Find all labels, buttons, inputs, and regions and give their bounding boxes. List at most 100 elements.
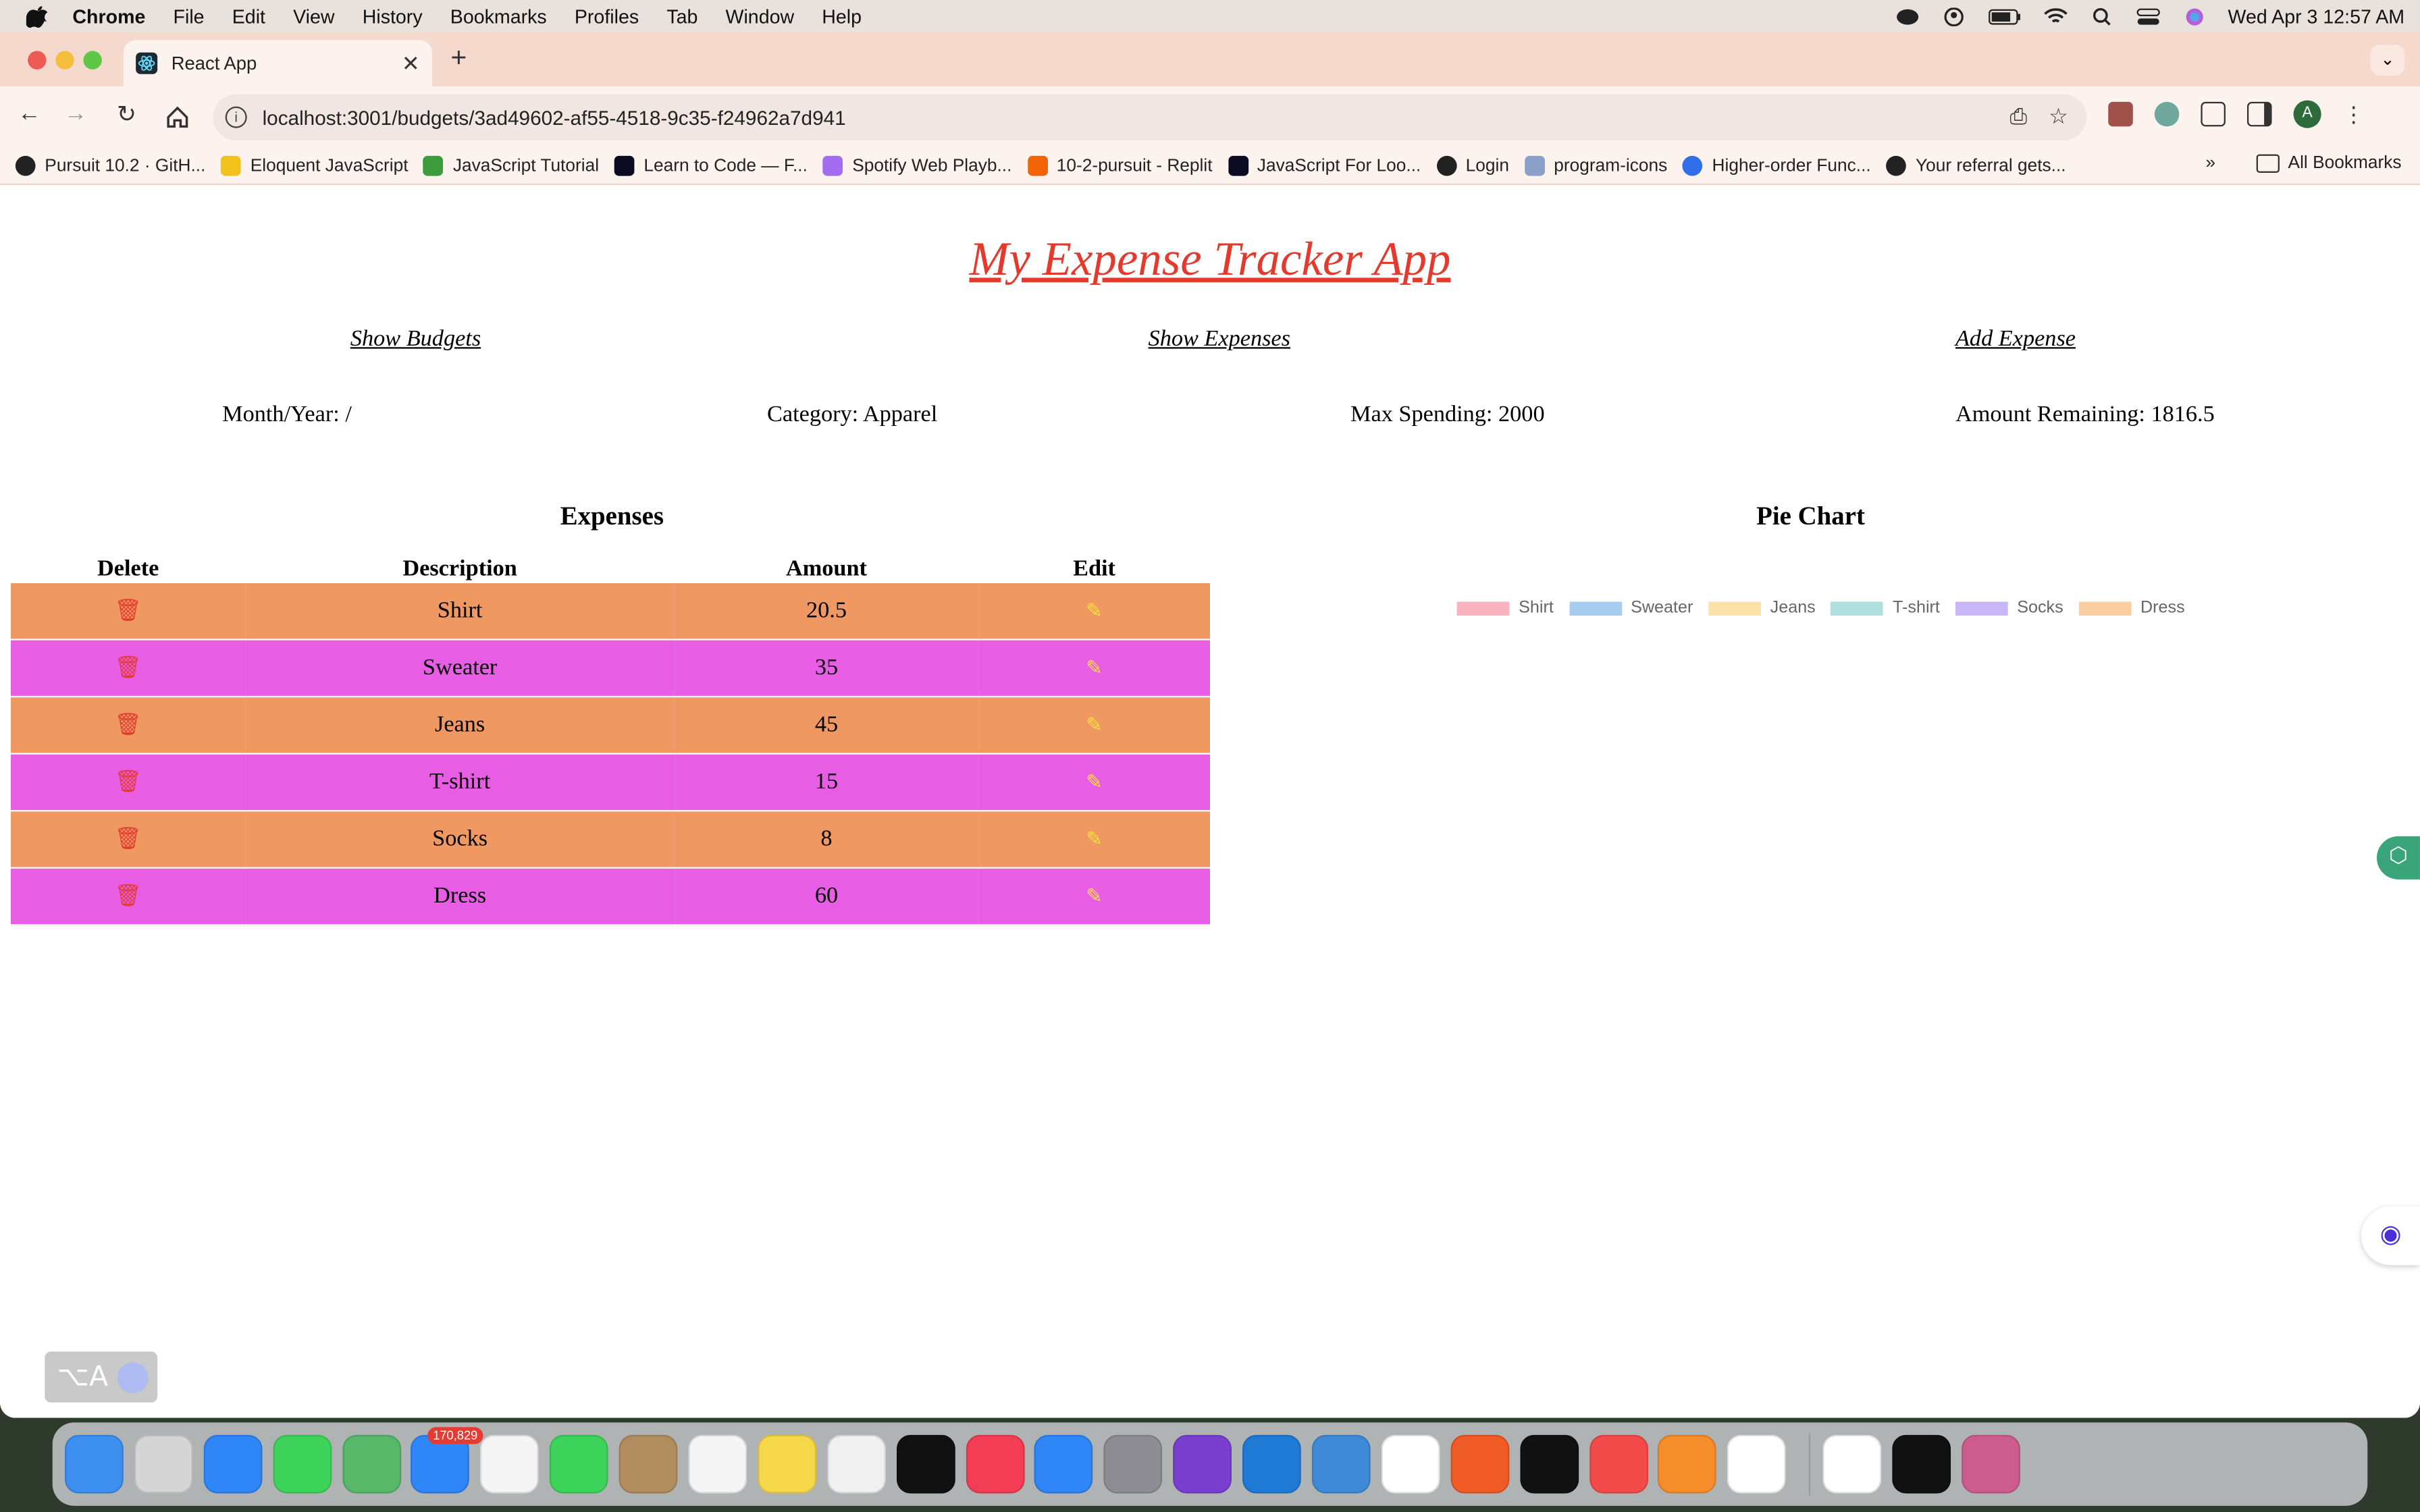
dock-app-store-icon[interactable]	[1034, 1434, 1094, 1494]
user-icon[interactable]	[1941, 7, 1966, 26]
bookmark-item[interactable]: Spotify Web Playb...	[822, 155, 1011, 176]
all-bookmarks-link[interactable]: All Bookmarks	[2288, 155, 2402, 173]
bookmark-item[interactable]: Login	[1436, 155, 1509, 176]
dock-installer-icon[interactable]	[1962, 1434, 2021, 1494]
menu-clock[interactable]: Wed Apr 3 12:57 AM	[2228, 5, 2405, 27]
menu-help[interactable]: Help	[822, 5, 862, 27]
tab-react-app[interactable]: React App ✕	[123, 40, 432, 86]
bookmark-item[interactable]: JavaScript Tutorial	[423, 155, 599, 176]
legend-item[interactable]: Dress	[2078, 599, 2185, 617]
legend-item[interactable]: Jeans	[1708, 599, 1816, 617]
menu-chrome[interactable]: Chrome	[72, 5, 145, 27]
trash-icon[interactable]: 🗑	[114, 885, 142, 908]
dock-mail-icon[interactable]: 170,829	[411, 1427, 484, 1494]
bookmark-item[interactable]: Learn to Code — F...	[614, 155, 808, 176]
pencil-icon[interactable]: ✎	[1086, 769, 1103, 792]
dock-slack-icon[interactable]	[1727, 1434, 1787, 1494]
trash-icon[interactable]: 🗑	[114, 657, 142, 680]
more-menu-icon[interactable]: ⋮	[2343, 101, 2365, 128]
dock-freeform-icon[interactable]	[826, 1434, 886, 1494]
pencil-icon[interactable]: ✎	[1086, 884, 1103, 907]
new-tab-button[interactable]: +	[450, 42, 467, 74]
menu-bookmarks[interactable]: Bookmarks	[450, 5, 547, 27]
search-icon[interactable]	[2089, 7, 2114, 25]
dock-vs-code-icon[interactable]	[1242, 1434, 1302, 1494]
dock-system-settings-icon[interactable]	[1104, 1434, 1163, 1494]
dock-music-icon[interactable]	[965, 1434, 1024, 1494]
back-arrow-icon[interactable]: ←	[12, 101, 46, 127]
pencil-icon[interactable]: ✎	[1086, 712, 1103, 735]
pencil-icon[interactable]: ✎	[1086, 826, 1103, 849]
dock-finder-icon[interactable]	[64, 1434, 124, 1494]
legend-item[interactable]: T-shirt	[1831, 599, 1940, 617]
trash-icon[interactable]: 🗑	[114, 713, 142, 736]
input-method-indicator[interactable]: ⌥A	[45, 1351, 158, 1403]
trash-icon[interactable]: 🗑	[114, 828, 142, 850]
menu-window[interactable]: Window	[725, 5, 794, 27]
forward-arrow-icon[interactable]: →	[59, 101, 93, 127]
pencil-icon[interactable]: ✎	[1086, 598, 1103, 621]
elephant-icon[interactable]	[1895, 7, 1920, 25]
show-expenses-link[interactable]: Show Expenses	[1149, 327, 1290, 354]
home-icon[interactable]	[161, 105, 194, 130]
side-extension-hexagon-icon[interactable]: ⬡	[2376, 836, 2420, 880]
address-bar[interactable]: i localhost:3001/budgets/3ad49602-af55-4…	[213, 94, 2087, 140]
dock-contacts-icon[interactable]	[619, 1434, 678, 1494]
dock-firefox-icon[interactable]	[1450, 1434, 1509, 1494]
bookmark-item[interactable]: Your referral gets...	[1886, 155, 2066, 176]
trash-icon[interactable]: 🗑	[114, 599, 142, 622]
show-budgets-link[interactable]: Show Budgets	[350, 327, 481, 354]
dock-messages-icon[interactable]	[272, 1434, 332, 1494]
dock-photos-icon[interactable]	[480, 1434, 540, 1494]
control-center-icon[interactable]	[2135, 7, 2160, 25]
tab-search-chevron-icon[interactable]: ⌄	[2370, 45, 2405, 76]
bookmark-item[interactable]: Eloquent JavaScript	[221, 155, 409, 176]
menu-view[interactable]: View	[293, 5, 334, 27]
dock-notes-icon[interactable]	[758, 1434, 816, 1494]
legend-item[interactable]: Sweater	[1569, 599, 1693, 617]
address-url[interactable]: localhost:3001/budgets/3ad49602-af55-451…	[263, 106, 846, 129]
dock-terminal-icon[interactable]	[1519, 1434, 1579, 1494]
add-expense-link[interactable]: Add Expense	[1955, 327, 2076, 354]
install-app-icon[interactable]: ⎙	[2010, 103, 2028, 130]
zoom-window-button[interactable]	[83, 51, 102, 70]
reload-icon[interactable]: ↻	[109, 101, 143, 128]
menu-file[interactable]: File	[174, 5, 205, 27]
bookmark-star-icon[interactable]: ☆	[2049, 103, 2068, 130]
menu-tab[interactable]: Tab	[666, 5, 698, 27]
dock-chrome-icon[interactable]	[1823, 1434, 1882, 1494]
bookmark-item[interactable]: Pursuit 10.2 · GitH...	[15, 155, 206, 176]
dock-maps-icon[interactable]	[342, 1434, 401, 1494]
page-title[interactable]: My Expense Tracker App	[0, 232, 2420, 287]
chatgpt-ext-icon[interactable]	[2154, 101, 2180, 127]
dock-calendar-icon[interactable]	[1381, 1434, 1440, 1494]
dock-facetime-icon[interactable]	[550, 1434, 609, 1494]
dock-activity-monitor-icon[interactable]	[1892, 1434, 1951, 1494]
more-bookmarks-chevron-icon[interactable]: »	[2205, 155, 2215, 173]
dock-launchpad-icon[interactable]	[134, 1434, 193, 1494]
side-panel-icon[interactable]	[2246, 101, 2272, 127]
legend-item[interactable]: Shirt	[1456, 599, 1554, 617]
dock-tv-icon[interactable]	[896, 1434, 955, 1494]
legend-item[interactable]: Socks	[1955, 599, 2063, 617]
bookmark-item[interactable]: program-icons	[1524, 155, 1667, 176]
dock-github-desktop-icon[interactable]	[1173, 1434, 1232, 1494]
close-window-button[interactable]	[28, 51, 47, 70]
bookmark-item[interactable]: JavaScript For Loo...	[1228, 155, 1421, 176]
apple-icon[interactable]	[26, 5, 48, 27]
menu-edit[interactable]: Edit	[232, 5, 265, 27]
bookmark-item[interactable]: 10-2-pursuit - Replit	[1027, 155, 1213, 176]
dock-pages-icon[interactable]	[1658, 1434, 1717, 1494]
pencil-icon[interactable]: ✎	[1086, 655, 1103, 678]
minimize-window-button[interactable]	[55, 51, 74, 70]
bookmark-item[interactable]: Higher-order Func...	[1683, 155, 1871, 176]
side-assistant-icon[interactable]: ◉	[2361, 1206, 2420, 1266]
profile-avatar[interactable]: A	[2293, 100, 2321, 128]
dock-reminders-icon[interactable]	[688, 1434, 747, 1494]
site-info-icon[interactable]: i	[225, 106, 247, 128]
wifi-icon[interactable]	[2043, 7, 2068, 25]
puzzle-extensions-icon[interactable]	[2201, 101, 2226, 127]
siri-icon[interactable]	[2182, 7, 2207, 25]
battery-icon[interactable]	[1987, 7, 2021, 25]
menu-profiles[interactable]: Profiles	[575, 5, 639, 27]
